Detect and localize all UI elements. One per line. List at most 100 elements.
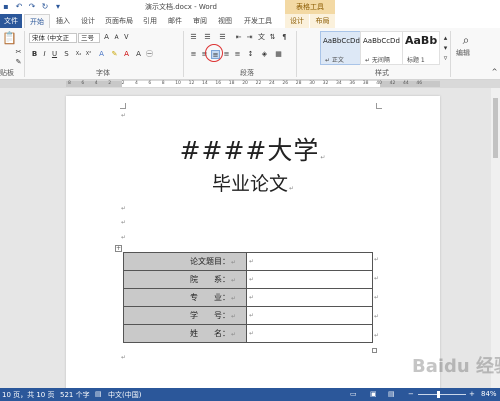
bullets-icon[interactable]: ☰ [189, 33, 198, 42]
text-effects-icon[interactable]: A [97, 50, 106, 59]
paste-icon[interactable]: 📋 [2, 32, 17, 48]
highlight-icon[interactable]: ✎ [110, 50, 119, 59]
clear-format-icon[interactable]: Ꮩ [122, 33, 131, 42]
increase-indent-icon[interactable]: ⇥ [245, 33, 254, 42]
table-label-cell[interactable]: 论文题目：↵ [123, 252, 247, 271]
scrollbar-thumb[interactable] [493, 98, 498, 158]
zoom-out-icon[interactable]: − [408, 390, 414, 398]
tab-home[interactable]: 开始 [24, 14, 50, 28]
table-value-cell[interactable]: ↵ [246, 252, 373, 271]
status-language[interactable]: 中文(中国) [108, 390, 141, 400]
font-name-select[interactable]: 宋体 (中文正 [29, 33, 77, 43]
justify-icon[interactable]: ≡ [222, 50, 231, 59]
font-color-icon[interactable]: A [122, 50, 131, 59]
ruler-tick: 4 [94, 81, 98, 86]
superscript-icon[interactable]: X² [84, 50, 93, 59]
collapse-ribbon-icon[interactable]: ^ [490, 68, 499, 77]
table-value-cell[interactable]: ↵ [246, 288, 373, 307]
document-page[interactable]: ↵ ####大学↵ 毕业论文↵ ↵ ↵ ↵ + 论文题目：↵ ↵ 院 系：↵ ↵ [66, 96, 440, 388]
zoom-level[interactable]: 84% [481, 390, 497, 398]
table-label-cell[interactable]: 院 系：↵ [123, 270, 247, 289]
underline-button[interactable]: U [50, 50, 59, 59]
tab-review[interactable]: 审阅 [189, 14, 211, 28]
tab-table-design[interactable]: 设计 [285, 14, 309, 28]
line-spacing-icon[interactable]: ↕ [246, 50, 255, 59]
enclose-char-icon[interactable]: ㊀ [145, 50, 154, 59]
table-value-cell[interactable]: ↵ [246, 270, 373, 289]
style-normal[interactable]: AaBbCcDd ↵ 正文 [320, 31, 364, 65]
shrink-font-icon[interactable]: A [112, 33, 121, 42]
style-no-spacing[interactable]: AaBbCcDd ↵ 无间隔 [360, 31, 404, 65]
zoom-in-icon[interactable]: + [469, 390, 475, 398]
borders-icon[interactable]: ▦ [274, 50, 283, 59]
multilevel-list-icon[interactable]: ☰ [218, 33, 227, 42]
tab-file[interactable]: 文件 [0, 14, 22, 28]
save-icon[interactable]: ▪ [2, 2, 10, 11]
proofing-icon[interactable]: ▤ [95, 390, 102, 398]
table-label-cell[interactable]: 姓 名：↵ [123, 324, 247, 343]
styles-scroll-up-icon[interactable]: ▴ [441, 34, 450, 43]
chinese-layout-icon[interactable]: 文 [257, 33, 266, 42]
distributed-icon[interactable]: ≡ [233, 50, 242, 59]
style-heading-1[interactable]: AaBb 标题 1 [402, 31, 440, 65]
format-painter-icon[interactable]: ✎ [14, 58, 23, 67]
title-bar: ▪ ↶ ↷ ↻ ▾ 演示文档.docx - Word 表格工具 [0, 0, 500, 14]
redo-icon[interactable]: ↷ [28, 2, 36, 11]
group-separator [183, 31, 184, 77]
paragraph-mark: ↵ [121, 234, 127, 241]
ruler-tick: 46 [416, 81, 423, 86]
ruler-tick: 2 [121, 81, 125, 86]
tab-design[interactable]: 设计 [77, 14, 99, 28]
table-value-cell[interactable]: ↵ [246, 324, 373, 343]
char-shading-icon[interactable]: A [134, 50, 143, 59]
styles-more-icon[interactable]: ▿ [441, 54, 450, 63]
strikethrough-icon[interactable]: S [62, 50, 71, 59]
bold-button[interactable]: B [30, 50, 39, 59]
horizontal-ruler: 8 6 4 2 2 4 6 8 10 12 14 16 18 20 22 24 26 28 30 32 34 36 38 40… [0, 80, 500, 88]
web-layout-icon[interactable]: ▤ [388, 390, 395, 398]
table-resize-handle[interactable] [372, 348, 377, 353]
group-label-clipboard: 贴板 [0, 69, 14, 77]
status-page[interactable]: 10 页，共 10 页 [2, 390, 55, 400]
sort-icon[interactable]: ⇅ [268, 33, 277, 42]
zoom-slider[interactable] [418, 394, 466, 395]
doc-title[interactable]: ####大学↵ [66, 131, 440, 167]
tab-developer[interactable]: 开发工具 [240, 14, 276, 28]
table-value-cell[interactable]: ↵ [246, 306, 373, 325]
cut-icon[interactable]: ✂ [14, 48, 23, 57]
doc-subtitle[interactable]: 毕业论文↵ [66, 169, 440, 196]
customize-icon[interactable]: ▾ [54, 2, 62, 11]
tab-mailings[interactable]: 邮件 [164, 14, 186, 28]
read-mode-icon[interactable]: ▭ [350, 390, 357, 398]
table-move-handle[interactable]: + [115, 245, 122, 252]
subscript-icon[interactable]: X₂ [74, 50, 83, 59]
tab-table-layout[interactable]: 布局 [310, 14, 335, 28]
status-words[interactable]: 521 个字 [60, 390, 90, 400]
italic-button[interactable]: I [40, 50, 49, 59]
table-row: 学 号：↵ ↵ [123, 306, 373, 325]
undo-icon[interactable]: ↶ [15, 2, 23, 11]
tab-view[interactable]: 视图 [214, 14, 236, 28]
zoom-slider-knob[interactable] [437, 391, 440, 398]
tab-references[interactable]: 引用 [139, 14, 161, 28]
paragraph-mark: ↵ [121, 354, 127, 361]
ruler-tick: 2 [108, 81, 112, 86]
table-label-cell[interactable]: 学 号：↵ [123, 306, 247, 325]
tab-insert[interactable]: 插入 [52, 14, 74, 28]
numbering-icon[interactable]: ☰ [203, 33, 212, 42]
row-end-mark: ↵ [374, 294, 380, 301]
shading-icon[interactable]: ◈ [260, 50, 269, 59]
show-marks-icon[interactable]: ¶ [280, 33, 289, 42]
align-left-icon[interactable]: ≡ [189, 50, 198, 59]
ruler-tick: 42 [389, 81, 396, 86]
print-layout-icon[interactable]: ▣ [370, 390, 377, 398]
styles-scroll-down-icon[interactable]: ▾ [441, 44, 450, 53]
vertical-scrollbar[interactable] [491, 88, 500, 388]
refresh-icon[interactable]: ↻ [41, 2, 49, 11]
table-label-cell[interactable]: 专 业：↵ [123, 288, 247, 307]
font-size-select[interactable]: 三号 [78, 33, 100, 43]
grow-font-icon[interactable]: A [102, 33, 111, 42]
decrease-indent-icon[interactable]: ⇤ [234, 33, 243, 42]
style-name: 标题 1 [407, 57, 425, 64]
tab-page-layout[interactable]: 页面布局 [102, 14, 136, 28]
